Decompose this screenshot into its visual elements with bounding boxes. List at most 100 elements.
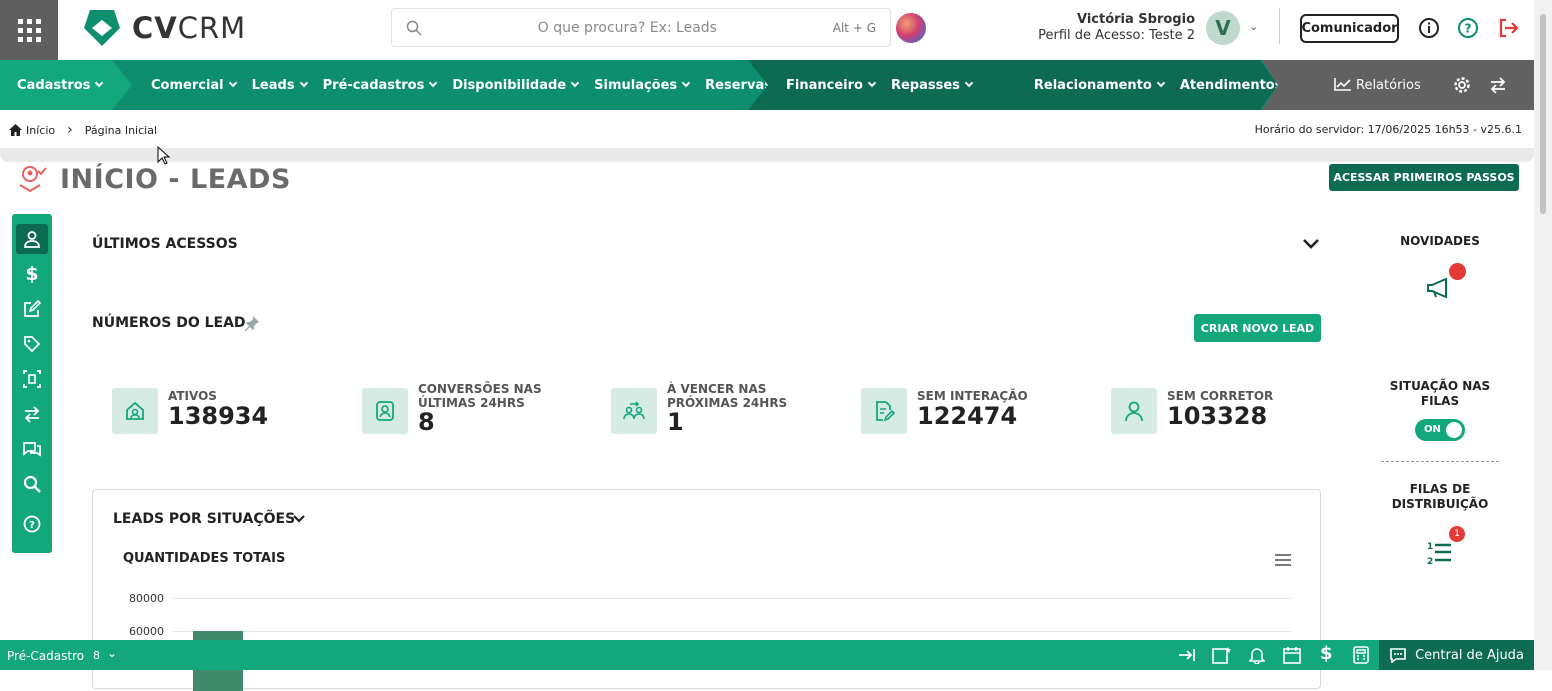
mouse-cursor-icon [157, 146, 171, 165]
nav-group-tools: Relatórios [1262, 60, 1534, 110]
home-icon[interactable] [9, 124, 22, 136]
chat-bubble-icon [1390, 648, 1406, 663]
nav-item-repasses[interactable]: Repasses [891, 78, 974, 93]
divider [1279, 8, 1280, 44]
first-steps-button[interactable]: ACESSAR PRIMEIROS PASSOS [1329, 164, 1519, 191]
nav-item-disponibilidade[interactable]: Disponibilidade [452, 78, 580, 93]
scrollbar-thumb[interactable] [1540, 14, 1546, 214]
svg-text:1: 1 [1427, 542, 1433, 552]
help-center-label: Central de Ajuda [1415, 647, 1524, 663]
help-center-button[interactable]: Central de Ajuda [1379, 640, 1534, 670]
search-placeholder: O que procura? Ex: Leads [537, 19, 717, 36]
chevron-down-icon[interactable]: ⌄ [107, 646, 117, 660]
toggle-label: ON [1424, 424, 1441, 435]
cvcrm-logo[interactable]: CVCRM [82, 8, 246, 48]
kpi-no-broker[interactable]: SEM CORRETOR 103328 [1111, 388, 1311, 434]
chart-line-icon [1334, 78, 1351, 91]
users-exchange-icon [611, 388, 657, 434]
kpi-value: 122474 [917, 402, 1018, 430]
avatar[interactable]: V [1206, 11, 1240, 45]
bottom-bar: Pré-Cadastro 8 ⌄ $ Central de Ajuda [0, 640, 1534, 670]
bell-icon[interactable] [1249, 646, 1265, 664]
info-icon[interactable] [1418, 17, 1440, 39]
kpi-label: À VENCER NAS PRÓXIMAS 24HRS [667, 382, 788, 410]
help-icon[interactable]: ? [1457, 17, 1479, 39]
collapse-right-icon[interactable] [1178, 647, 1196, 663]
search-icon [406, 20, 422, 36]
sidebar-item-chat[interactable] [16, 434, 48, 464]
kpi-active[interactable]: ATIVOS 138934 [112, 388, 312, 434]
menu-icon[interactable] [1274, 553, 1292, 567]
calculator-icon[interactable] [1353, 646, 1369, 664]
user-info[interactable]: Victória Sbrogio Perfil de Acesso: Teste… [1038, 12, 1195, 44]
kpi-label: SEM CORRETOR [1167, 389, 1274, 403]
kpi-value: 103328 [1167, 402, 1268, 430]
y-tick-label: 80000 [129, 592, 164, 605]
breadcrumb-current: Página Inicial [84, 123, 158, 137]
document-edit-icon [861, 388, 907, 434]
kpi-expiring[interactable]: À VENCER NAS PRÓXIMAS 24HRS 1 [611, 382, 811, 436]
megaphone-icon[interactable] [1425, 274, 1455, 300]
calendar-star-icon[interactable] [1212, 646, 1232, 664]
top-header: CVCRM O que procura? Ex: Leads Alt + G V… [0, 0, 1552, 60]
main-navigation: Cadastros Comercial Leads Pré-cadastros … [0, 60, 1534, 110]
queue-toggle[interactable]: ON [1415, 419, 1465, 441]
kpi-label: SEM INTERAÇÃO [917, 389, 1028, 403]
sidebar-item-finance[interactable]: $ [16, 259, 48, 289]
kpi-value: 138934 [168, 402, 269, 430]
edit-icon [24, 300, 41, 317]
sidebar-item-search[interactable] [16, 469, 48, 499]
gear-icon[interactable] [1453, 76, 1471, 94]
search-shortcut: Alt + G [832, 20, 876, 35]
y-tick-label: 60000 [129, 625, 164, 638]
user-profile: Perfil de Acesso: Teste 2 [1038, 28, 1195, 43]
sidebar-item-leads[interactable] [16, 224, 48, 254]
pin-icon[interactable] [244, 315, 260, 331]
server-time: Horário do servidor: 17/06/2025 16h53 - … [1254, 123, 1522, 136]
home-user-icon [112, 388, 158, 434]
leads-by-status-title[interactable]: LEADS POR SITUAÇÕES [113, 511, 295, 527]
chevron-right-icon: › [67, 122, 73, 138]
calendar-icon[interactable] [1283, 646, 1301, 664]
sidebar-item-edit[interactable] [16, 294, 48, 324]
user-card-icon [362, 388, 408, 434]
nav-item-pre-cadastros[interactable]: Pré-cadastros [323, 78, 438, 93]
header-divider [0, 148, 1534, 162]
nav-item-simulacoes[interactable]: Simulações [594, 78, 691, 93]
nav-item-leads[interactable]: Leads [252, 78, 308, 93]
switch-arrows-icon[interactable] [1489, 76, 1507, 94]
nav-item-financeiro[interactable]: Financeiro [786, 78, 877, 93]
dollar-icon[interactable]: $ [1320, 643, 1333, 664]
breadcrumb-home[interactable]: Início [26, 124, 55, 137]
kpi-conversions[interactable]: CONVERSÕES NAS ÚLTIMAS 24HRS 8 [362, 382, 562, 436]
nav-item-comercial[interactable]: Comercial [151, 78, 237, 93]
sidebar-item-tags[interactable] [16, 329, 48, 359]
distribution-badge: 1 [1449, 526, 1465, 542]
help-icon: ? [23, 515, 41, 533]
nav-item-relacionamento[interactable]: Relacionamento [1034, 78, 1166, 93]
logout-icon[interactable] [1497, 17, 1519, 39]
nav-item-relatorios[interactable]: Relatórios [1334, 77, 1421, 93]
page-title: INÍCIO - LEADS [60, 164, 291, 195]
lead-numbers-title: NÚMEROS DO LEAD [92, 315, 246, 331]
communicator-button[interactable]: Comunicador [1300, 14, 1399, 43]
chevron-down-icon[interactable]: ⌄ [1249, 20, 1258, 33]
numbered-list-icon[interactable]: 12 [1426, 540, 1452, 566]
sidebar-item-transfer[interactable] [16, 399, 48, 429]
sidebar-item-help[interactable]: ? [16, 509, 48, 539]
chevron-down-icon[interactable] [292, 513, 306, 525]
precadastro-label[interactable]: Pré-Cadastro [7, 649, 84, 663]
kpi-label: CONVERSÕES NAS ÚLTIMAS 24HRS [418, 382, 542, 410]
last-access-title[interactable]: ÚLTIMOS ACESSOS [92, 236, 238, 252]
chevron-down-icon[interactable] [1302, 237, 1320, 251]
dollar-icon: $ [25, 263, 39, 285]
kpi-no-interaction[interactable]: SEM INTERAÇÃO 122474 [861, 388, 1061, 434]
grid-icon [17, 18, 41, 42]
assistant-orb-icon[interactable] [896, 13, 926, 43]
nav-item-cadastros[interactable]: Cadastros [17, 78, 104, 93]
sidebar-item-units[interactable] [16, 364, 48, 394]
apps-menu-button[interactable] [0, 0, 58, 60]
create-lead-button[interactable]: CRIAR NOVO LEAD [1194, 314, 1321, 342]
search-input[interactable]: O que procura? Ex: Leads Alt + G [391, 8, 891, 47]
page-scrollbar[interactable] [1534, 0, 1552, 670]
